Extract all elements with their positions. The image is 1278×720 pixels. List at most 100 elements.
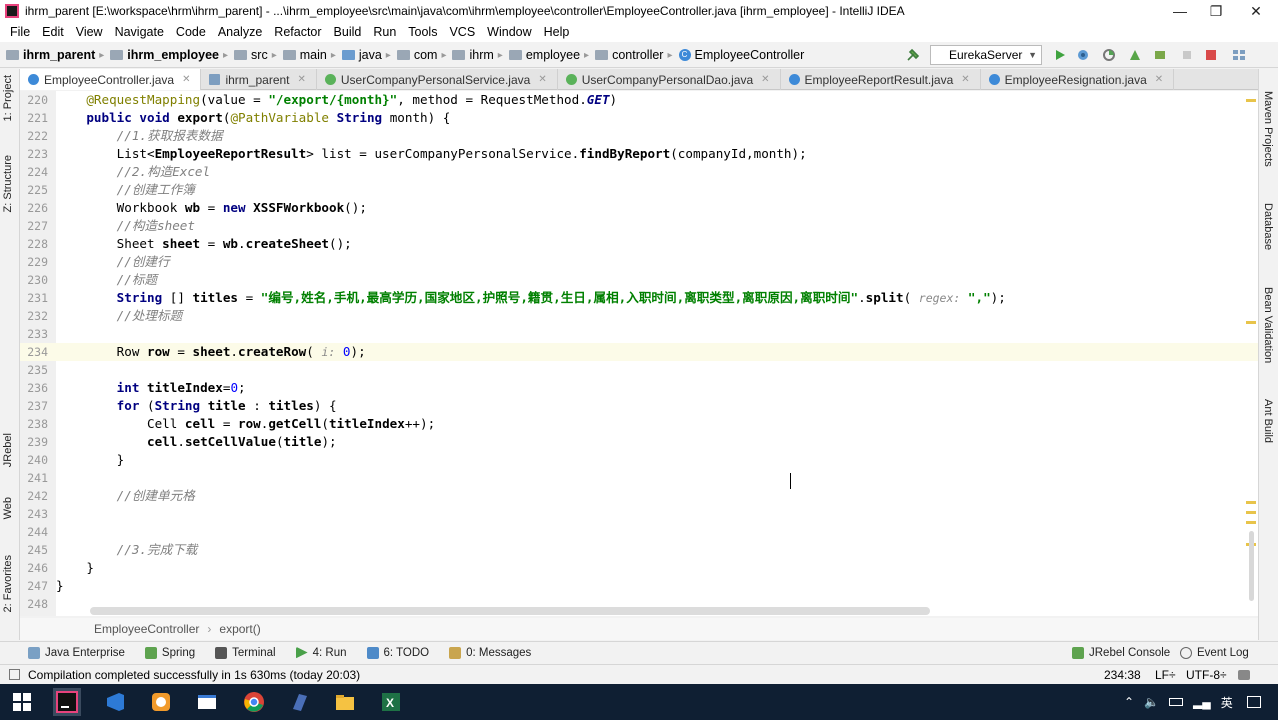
menu-vcs[interactable]: VCS <box>443 25 481 39</box>
terminal-tool-button[interactable]: Terminal <box>215 646 276 659</box>
package-icon <box>595 50 609 60</box>
coverage-icon[interactable] <box>1102 48 1116 62</box>
navicat-icon[interactable] <box>286 688 314 716</box>
jrebel-console-tool-button[interactable]: JRebel Console <box>1072 646 1170 659</box>
notifications-icon[interactable] <box>1246 696 1261 708</box>
horizontal-scrollbar[interactable] <box>90 607 930 615</box>
run-tool-button[interactable]: 4: Run <box>295 646 347 659</box>
close-tab-icon[interactable]: ✕ <box>1155 74 1163 85</box>
messages-tool-button[interactable]: 0: Messages <box>449 646 531 659</box>
maven-projects-tool-tab[interactable]: Maven Projects <box>1262 91 1274 167</box>
close-tab-icon[interactable]: ✕ <box>961 74 969 85</box>
menu-view[interactable]: View <box>70 25 109 39</box>
menu-file[interactable]: File <box>4 25 36 39</box>
java-enterprise-tool-button[interactable]: Java Enterprise <box>28 646 125 659</box>
crumb-src[interactable]: src ▸ <box>234 48 281 62</box>
code-line: 229 //创建行 <box>27 254 170 269</box>
minimize-button[interactable]: — <box>1160 0 1200 22</box>
lock-icon[interactable] <box>1238 669 1250 680</box>
warning-marker[interactable] <box>1246 521 1256 524</box>
build-hammer-icon[interactable] <box>906 48 920 62</box>
battery-icon[interactable] <box>1169 698 1184 706</box>
menu-help[interactable]: Help <box>538 25 576 39</box>
menu-build[interactable]: Build <box>328 25 368 39</box>
crumb-com[interactable]: com ▸ <box>396 48 451 62</box>
project-tool-tab[interactable]: 1: Project <box>2 75 14 121</box>
close-tab-icon[interactable]: ✕ <box>538 74 546 85</box>
chrome-icon[interactable] <box>240 688 268 716</box>
crumb-ihrm-employee[interactable]: ihrm_employee ▸ <box>110 48 232 62</box>
warning-marker[interactable] <box>1246 501 1256 504</box>
crumb-employee-controller[interactable]: C EmployeeController <box>678 48 804 62</box>
tool-windows-toggle-icon[interactable] <box>9 669 20 680</box>
code-editor[interactable]: 220 @RequestMapping(value = "/export/{mo… <box>20 91 1258 616</box>
breadcrumb-method[interactable]: export() <box>219 622 260 636</box>
menu-refactor[interactable]: Refactor <box>268 25 327 39</box>
warning-marker[interactable] <box>1246 511 1256 514</box>
spring-tool-button[interactable]: Spring <box>144 646 195 659</box>
code-line: 233 <box>27 327 48 341</box>
crumb-ihrm-parent[interactable]: ihrm_parent ▸ <box>6 48 108 62</box>
maximize-button[interactable]: ❐ <box>1196 0 1236 22</box>
crumb-main[interactable]: main ▸ <box>282 48 340 62</box>
tab-employee-resignation[interactable]: EmployeeResignation.java ✕ <box>981 69 1175 90</box>
menu-analyze[interactable]: Analyze <box>212 25 268 39</box>
network-icon[interactable]: ▂▄ <box>1193 695 1211 709</box>
menu-window[interactable]: Window <box>481 25 537 39</box>
run-icon[interactable] <box>1053 48 1067 62</box>
menu-navigate[interactable]: Navigate <box>109 25 170 39</box>
structure-tool-tab[interactable]: Z: Structure <box>2 155 14 212</box>
jrebel-debug-icon[interactable] <box>1153 48 1167 62</box>
code-line: 227 //构造sheet <box>27 218 195 233</box>
close-tab-icon[interactable]: ✕ <box>298 74 306 85</box>
caret-position[interactable]: 234:38 <box>1104 668 1141 682</box>
menu-tools[interactable]: Tools <box>402 25 443 39</box>
project-structure-icon[interactable] <box>1232 48 1246 62</box>
chevron-up-icon[interactable]: ⌃ <box>1124 695 1134 709</box>
attach-icon[interactable] <box>1180 48 1194 62</box>
run-configuration-select[interactable]: EurekaServer ▼ <box>930 45 1042 65</box>
jrebel-tool-tab[interactable]: JRebel <box>2 433 14 467</box>
visual-studio-icon[interactable] <box>101 688 129 716</box>
event-log-tool-button[interactable]: Event Log <box>1180 646 1249 659</box>
warning-marker[interactable] <box>1246 321 1256 324</box>
tab-employee-controller[interactable]: EmployeeController.java ✕ <box>20 69 202 90</box>
tab-ihrm-parent[interactable]: ihrm_parent ✕ <box>201 69 317 90</box>
volume-icon[interactable]: 🔈 <box>1144 695 1159 709</box>
crumb-java[interactable]: java ▸ <box>341 48 395 62</box>
debug-icon[interactable] <box>1076 48 1090 62</box>
close-tab-icon[interactable]: ✕ <box>761 74 769 85</box>
tab-user-company-personal-service[interactable]: UserCompanyPersonalService.java ✕ <box>317 69 558 90</box>
vertical-scrollbar[interactable] <box>1249 531 1254 601</box>
close-tab-icon[interactable]: ✕ <box>182 74 190 85</box>
breadcrumb-class[interactable]: EmployeeController <box>94 622 199 636</box>
menu-code[interactable]: Code <box>170 25 212 39</box>
tab-user-company-personal-dao[interactable]: UserCompanyPersonalDao.java ✕ <box>558 69 781 90</box>
video-app-icon[interactable] <box>147 688 175 716</box>
excel-icon[interactable]: X <box>377 688 405 716</box>
crumb-controller[interactable]: controller ▸ <box>595 48 676 62</box>
favorites-tool-tab[interactable]: 2: Favorites <box>2 555 14 612</box>
ime-indicator[interactable]: 英 <box>1221 694 1233 711</box>
code-line: 223 List<EmployeeReportResult> list = us… <box>27 146 807 161</box>
menu-edit[interactable]: Edit <box>36 25 70 39</box>
file-explorer-icon[interactable] <box>331 688 359 716</box>
line-separator[interactable]: LF÷ <box>1155 668 1176 682</box>
tab-employee-report-result[interactable]: EmployeeReportResult.java ✕ <box>781 69 981 90</box>
ant-build-tool-tab[interactable]: Ant Build <box>1262 399 1274 443</box>
stop-icon[interactable] <box>1204 48 1218 62</box>
crumb-employee[interactable]: employee ▸ <box>508 48 593 62</box>
bean-validation-tool-tab[interactable]: Bean Validation <box>1262 287 1274 363</box>
crumb-ihrm[interactable]: ihrm ▸ <box>452 48 506 62</box>
file-encoding[interactable]: UTF-8÷ <box>1186 668 1227 682</box>
intellij-taskbar-icon[interactable] <box>53 688 81 716</box>
menu-run[interactable]: Run <box>367 25 402 39</box>
web-tool-tab[interactable]: Web <box>2 497 14 519</box>
warning-marker[interactable] <box>1246 99 1256 102</box>
close-button[interactable]: ✕ <box>1236 0 1276 22</box>
window-app-icon[interactable] <box>193 688 221 716</box>
todo-tool-button[interactable]: 6: TODO <box>366 646 429 659</box>
jrebel-run-icon[interactable] <box>1128 48 1142 62</box>
database-tool-tab[interactable]: Database <box>1262 203 1274 250</box>
windows-start-icon[interactable] <box>8 688 36 716</box>
